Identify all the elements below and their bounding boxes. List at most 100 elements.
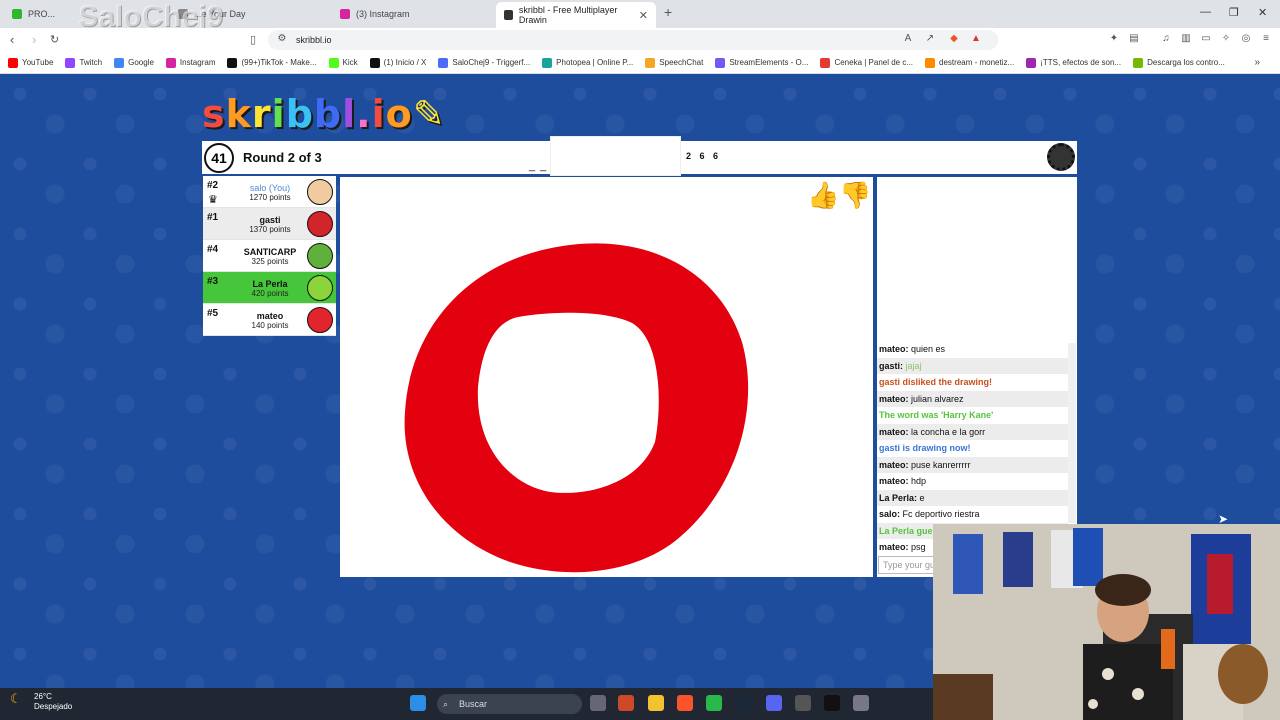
player-row[interactable]: #3 La Perla 420 points [203, 272, 336, 304]
player-name: La Perla [252, 279, 288, 289]
tab-instagram[interactable]: (3) Instagram [332, 3, 492, 25]
weather-desc: Despejado [34, 702, 73, 711]
player-name: mateo [256, 311, 284, 321]
taskbar-search[interactable]: ⌕ Buscar [437, 694, 582, 714]
bookmark-item[interactable]: Instagram [165, 57, 216, 68]
extensions-icon[interactable]: ✦ [1108, 33, 1120, 45]
steam-icon[interactable] [736, 695, 752, 711]
bookmark-item[interactable]: SaloChej9 - Triggerf... [438, 57, 530, 68]
close-window-icon[interactable]: ✕ [1258, 6, 1267, 19]
address-bar: ‹ › ↻ ▯ skribbl.io ⚙ A ↗ ◆ ▲ ✦ ▤ ♫ ▥ ▭ ✧… [0, 28, 1280, 52]
bookmark-label: Ceneka | Panel de c... [834, 58, 914, 67]
tab-skribbl[interactable]: skribbl - Free Multiplayer Drawin ✕ [496, 2, 656, 28]
bookmark-item[interactable]: destream - monetiz... [925, 57, 1014, 68]
reload-icon[interactable]: ↻ [50, 33, 59, 46]
bookmark-item[interactable]: Twitch [65, 57, 102, 68]
vote-buttons: 👍👎 [807, 180, 872, 211]
close-tab-icon[interactable]: ✕ [639, 9, 648, 22]
discord-icon[interactable] [766, 695, 782, 711]
bookmark-favicon-icon [1133, 57, 1144, 68]
player-row[interactable]: #1 gasti 1370 points [203, 208, 336, 240]
bookmark-label: Kick [342, 58, 358, 67]
bookmark-item[interactable]: Kick [328, 57, 358, 68]
tab-label: skribbl - Free Multiplayer Drawin [518, 5, 618, 25]
vpn-icon[interactable]: ◎ [1240, 33, 1252, 45]
drawing-canvas[interactable] [340, 177, 873, 577]
windows-start-icon[interactable] [410, 695, 426, 711]
player-list: #2 ♛ salo (You) 1270 points #1 gasti 1370 poin… [203, 176, 336, 336]
bookmark-item[interactable]: Descarga los contro... [1133, 57, 1225, 68]
bookmark-label: Instagram [179, 58, 216, 67]
bookmark-item[interactable]: YouTube [8, 57, 53, 68]
brave-shield-icon[interactable]: ◆ [948, 33, 960, 45]
chat-input[interactable]: Type your gu [878, 556, 938, 574]
player-rank: #1 [207, 212, 219, 223]
bookmarks-overflow-icon[interactable]: » [1254, 57, 1260, 68]
share-icon[interactable]: ↗ [924, 33, 936, 45]
settings-icon[interactable] [853, 695, 869, 711]
rewards-icon[interactable]: ▲ [970, 33, 982, 45]
task-view-icon[interactable] [590, 695, 606, 711]
bookmark-favicon-icon [715, 57, 726, 68]
thumbs-up-icon[interactable]: 👍 [807, 180, 839, 210]
bookmark-label: Photopea | Online P... [556, 58, 634, 67]
brave-browser-icon[interactable] [677, 695, 693, 711]
app-icon[interactable] [795, 695, 811, 711]
app-icon[interactable] [706, 695, 722, 711]
bookmark-favicon-icon [438, 57, 449, 68]
player-row[interactable]: #5 mateo 140 points [203, 304, 336, 336]
sidebar-icon[interactable]: ▥ [1180, 33, 1192, 45]
obs-icon[interactable] [824, 695, 840, 711]
pencil-icon: ✎ [412, 92, 446, 136]
tab-search-icon[interactable]: ▤ [1128, 33, 1140, 45]
chat-text: puse kanrerrrrr [911, 459, 971, 470]
chat-text: la concha e la gorr [911, 426, 986, 437]
bookmark-item[interactable]: (1) Inicio / X [369, 57, 426, 68]
player-avatar [307, 211, 333, 237]
word-hint: _ _ [529, 160, 548, 172]
search-icon: ⌕ [443, 699, 449, 709]
bookmark-item[interactable]: (99+)TikTok - Make... [227, 57, 317, 68]
bookmark-icon[interactable]: ▯ [250, 33, 256, 46]
drawing-svg [404, 243, 749, 573]
site-info-icon[interactable]: ⚙ [276, 33, 288, 45]
thumbs-down-icon[interactable]: 👎 [839, 180, 871, 210]
forward-icon[interactable]: › [32, 32, 36, 47]
chat-message: mateo: puse kanrerrrrr [877, 456, 1068, 473]
leo-ai-icon[interactable]: ✧ [1220, 33, 1232, 45]
weather-widget[interactable]: ☾ 26°C Despejado [10, 692, 72, 712]
bookmark-item[interactable]: Photopea | Online P... [542, 57, 634, 68]
new-tab-button[interactable]: + [664, 4, 672, 20]
bookmark-favicon-icon [369, 57, 380, 68]
webcam-scene [933, 524, 1280, 720]
settings-gear-icon[interactable] [1047, 143, 1075, 171]
minimize-window-icon[interactable]: — [1200, 6, 1211, 18]
url-field[interactable]: skribbl.io [268, 30, 998, 50]
player-avatar [307, 307, 333, 333]
back-icon[interactable]: ‹ [10, 32, 14, 47]
translate-icon[interactable]: A [902, 33, 914, 45]
bookmark-item[interactable]: StreamElements - O... [715, 57, 808, 68]
chat-username: La Perla: [879, 492, 918, 503]
bookmarks-bar: YouTube Twitch Google Instagram (99+)TikTok … [0, 52, 1280, 74]
bookmark-item[interactable]: ¡TTS, efectos de son... [1026, 57, 1121, 68]
bookmark-item[interactable]: Ceneka | Panel de c... [820, 57, 914, 68]
maximize-window-icon[interactable]: ❐ [1229, 6, 1239, 19]
file-explorer-icon[interactable] [648, 695, 664, 711]
chat-scrollbar[interactable] [1068, 343, 1076, 523]
media-icon[interactable]: ♫ [1160, 33, 1172, 45]
bookmark-item[interactable]: SpeechChat [645, 57, 704, 68]
store-icon[interactable] [618, 695, 634, 711]
bookmark-label: SpeechChat [659, 58, 704, 67]
chat-message: salo: Fc deportivo riestra [877, 506, 1068, 522]
player-row[interactable]: #4 SANTICARP 325 points [203, 240, 336, 272]
player-row[interactable]: #2 ♛ salo (You) 1270 points [203, 176, 336, 208]
chat-message: The word was 'Harry Kane' [877, 407, 1068, 423]
wallet-icon[interactable]: ▭ [1200, 33, 1212, 45]
bookmark-item[interactable]: Google [114, 57, 154, 68]
bookmark-favicon-icon [645, 57, 656, 68]
chat-message: mateo: la concha e la gorr [877, 423, 1068, 440]
player-points: 140 points [251, 321, 289, 330]
menu-icon[interactable]: ≡ [1260, 33, 1272, 45]
chat-text: Fc deportivo riestra [902, 509, 980, 519]
